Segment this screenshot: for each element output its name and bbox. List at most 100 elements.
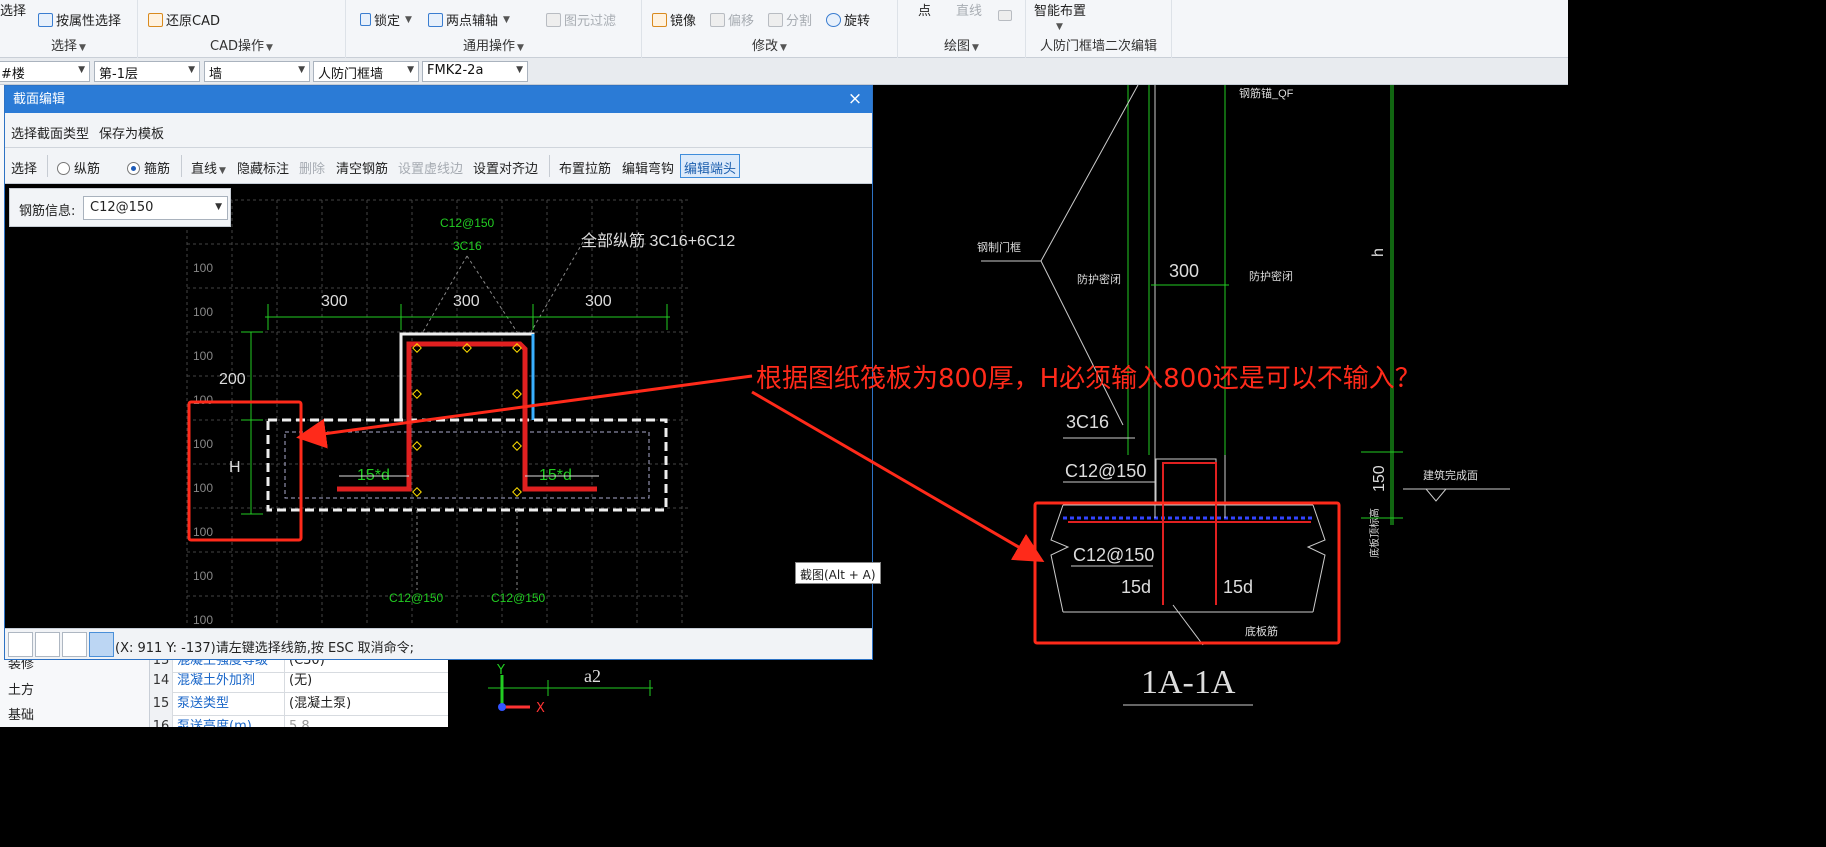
two-point-axis-label: 两点辅轴 <box>446 14 499 29</box>
smart-layout-button[interactable]: 智能布置 ▼ <box>1034 0 1086 32</box>
line-mode-dropdown[interactable]: 直线 ▼ <box>191 158 226 177</box>
line-draw-button[interactable]: 直线 <box>956 0 982 19</box>
protect-right: 防护密闭 <box>1249 269 1293 283</box>
table-row[interactable]: 16 泵送高度(m) 5.8 <box>150 716 448 727</box>
selector-bar: #楼 ▼ 第-1层 ▼ 墙 ▼ 人防门框墙 ▼ FMK2-2a ▼ <box>0 58 1568 85</box>
component-select[interactable]: FMK2-2a ▼ <box>422 61 528 82</box>
radio-longitudinal[interactable]: 纵筋 <box>57 158 100 177</box>
bottom-label-2: C12@150 <box>491 591 546 605</box>
mirror-icon <box>652 12 667 27</box>
close-icon[interactable]: × <box>846 86 864 113</box>
dialog-toolbar-2: 选择 纵筋 箍筋 直线 ▼ 隐藏标注 删除 清空钢筋 设置虚线边 设置对齐边 布置… <box>5 148 872 184</box>
perp-snap-button[interactable] <box>62 632 87 657</box>
rect-icon <box>998 10 1012 21</box>
dialog-statusbar: (X: 911 Y: -137)请左键选择线筋,按 ESC 取消命令; <box>5 628 872 659</box>
section-canvas[interactable]: 100100100100100100100100100100C12@1503C1… <box>5 184 872 628</box>
ortho-snap-button[interactable] <box>8 632 33 657</box>
polar-snap-button[interactable] <box>35 632 60 657</box>
cad-dim-150: 150 <box>1371 465 1388 492</box>
subtype-select[interactable]: 人防门框墙 ▼ <box>313 61 419 82</box>
point-button[interactable]: 点 <box>918 0 931 19</box>
slab-outline <box>266 418 668 512</box>
ribbon-group-title-common[interactable]: 通用操作 ▼ <box>346 35 641 54</box>
dyn-input-button[interactable] <box>89 632 114 657</box>
two-point-axis-button[interactable]: 两点辅轴 ▼ <box>428 10 510 29</box>
dim-300-c: 300 <box>585 293 612 310</box>
split-label: 分割 <box>786 14 813 29</box>
app-window: 选择 按属性选择 选择 ▼ 还原CAD CAD操作 ▼ 锁定 ▼ 两点辅轴 ▼ 图元过滤… <box>0 0 1568 727</box>
element-filter-button[interactable]: 图元过滤 <box>546 10 616 29</box>
dialog-toolbar-1: 选择截面类型 保存为模板 <box>5 113 872 148</box>
dim-300-a: 300 <box>321 293 348 310</box>
hide-label-button[interactable]: 隐藏标注 <box>237 158 289 177</box>
rect-draw-button[interactable] <box>998 10 1012 21</box>
save-template-button[interactable]: 保存为模板 <box>99 123 164 142</box>
grid-label: 100 <box>193 525 213 539</box>
dialog-title: 截面编辑 <box>13 92 66 107</box>
select-button[interactable]: 选择 <box>0 0 26 19</box>
dim-300-b: 300 <box>453 293 480 310</box>
select-attr-icon <box>38 12 53 27</box>
top-label-1: C12@150 <box>440 216 495 230</box>
clear-rebar-button[interactable]: 清空钢筋 <box>336 158 388 177</box>
restore-cad-icon <box>148 12 163 27</box>
set-dashed-edge-button[interactable]: 设置虚线边 <box>398 158 463 177</box>
type-select[interactable]: 墙 ▼ <box>204 61 310 82</box>
grid-label: 100 <box>193 261 213 275</box>
cad-bottom-strip: a2 Y X <box>448 660 873 727</box>
rotate-button[interactable]: 旋转 <box>826 10 870 29</box>
table-row[interactable]: 15 泵送类型 (混凝土泵) <box>150 693 448 716</box>
chevron-down-icon: ▼ <box>407 65 414 75</box>
axis-y-label: Y <box>496 663 505 678</box>
edit-end-button[interactable]: 编辑端头 <box>680 154 741 178</box>
cad-dim-h: h <box>1370 248 1387 257</box>
table-row[interactable]: 14 混凝土外加剂 (无) <box>150 670 448 693</box>
cad-c12: C12@150 <box>1065 461 1146 481</box>
status-text: (X: 911 Y: -137)请左键选择线筋,按 ESC 取消命令; <box>115 641 415 656</box>
rebar-info-select[interactable]: C12@150 ▼ <box>83 196 228 220</box>
highlight-box-right <box>1033 501 1341 645</box>
tree-item-earthwork[interactable]: 土方 <box>8 679 34 698</box>
select-section-type-button[interactable]: 选择截面类型 <box>11 123 89 142</box>
offset-icon <box>710 12 725 27</box>
top-label-2: 3C16 <box>453 239 482 253</box>
lock-button[interactable]: 锁定 ▼ <box>360 10 412 29</box>
tree-item-foundation[interactable]: 基础 <box>8 704 34 723</box>
edit-hook-button[interactable]: 编辑弯钩 <box>622 158 674 177</box>
floor-select[interactable]: 第-1层 ▼ <box>94 61 200 82</box>
point-label: 点 <box>918 4 932 19</box>
delete-button[interactable]: 删除 <box>299 158 325 177</box>
ribbon-group-cad: 还原CAD CAD操作 ▼ <box>138 0 346 58</box>
cad-dim-300: 300 <box>1169 261 1199 281</box>
ribbon-group-title-modify[interactable]: 修改 ▼ <box>642 35 897 54</box>
ribbon-group-select: 选择 按属性选择 选择 ▼ <box>0 0 138 58</box>
cad-drawing-area[interactable]: 钢制门框 防护密闭 防护密闭 钢筋锚_QF 300 h 150 建筑完成面 底板… <box>873 85 1568 727</box>
ribbon-group-civil: 智能布置 ▼ 人防门框墙二次编辑 <box>1026 0 1172 58</box>
filter-icon <box>546 12 561 27</box>
section-title: 1A-1A <box>1141 664 1236 701</box>
radio-stirrup[interactable]: 箍筋 <box>127 158 170 177</box>
grid-label: 100 <box>193 613 213 627</box>
grid-label: 100 <box>193 393 213 407</box>
axis-icon <box>428 12 443 27</box>
cad-c12-2: C12@150 <box>1073 545 1154 565</box>
restore-cad-button[interactable]: 还原CAD <box>148 10 220 29</box>
radio-icon <box>57 162 70 175</box>
select-by-attr-button[interactable]: 按属性选择 <box>38 10 121 29</box>
ribbon-group-title-select[interactable]: 选择 ▼ <box>0 35 137 54</box>
layout-tie-button[interactable]: 布置拉筋 <box>559 158 611 177</box>
dialog-titlebar[interactable]: 截面编辑 <box>5 86 872 113</box>
top-text: 钢筋锚_QF <box>1239 86 1294 100</box>
select-tool-button[interactable]: 选择 <box>11 158 37 177</box>
ribbon-group-title-draw[interactable]: 绘图 ▼ <box>898 35 1025 54</box>
rebar-node <box>512 487 522 497</box>
split-button[interactable]: 分割 <box>768 10 812 29</box>
mirror-button[interactable]: 镜像 <box>652 10 696 29</box>
ribbon-group-title-cad[interactable]: CAD操作 ▼ <box>138 35 345 54</box>
offset-button[interactable]: 偏移 <box>710 10 754 29</box>
rebar-node <box>412 389 422 399</box>
building-select[interactable]: #楼 ▼ <box>0 61 90 82</box>
set-align-edge-button[interactable]: 设置对齐边 <box>473 158 538 177</box>
axis-svg: a2 Y X <box>488 663 653 716</box>
ribbon: 选择 按属性选择 选择 ▼ 还原CAD CAD操作 ▼ 锁定 ▼ 两点辅轴 ▼ 图元过滤… <box>0 0 1568 58</box>
